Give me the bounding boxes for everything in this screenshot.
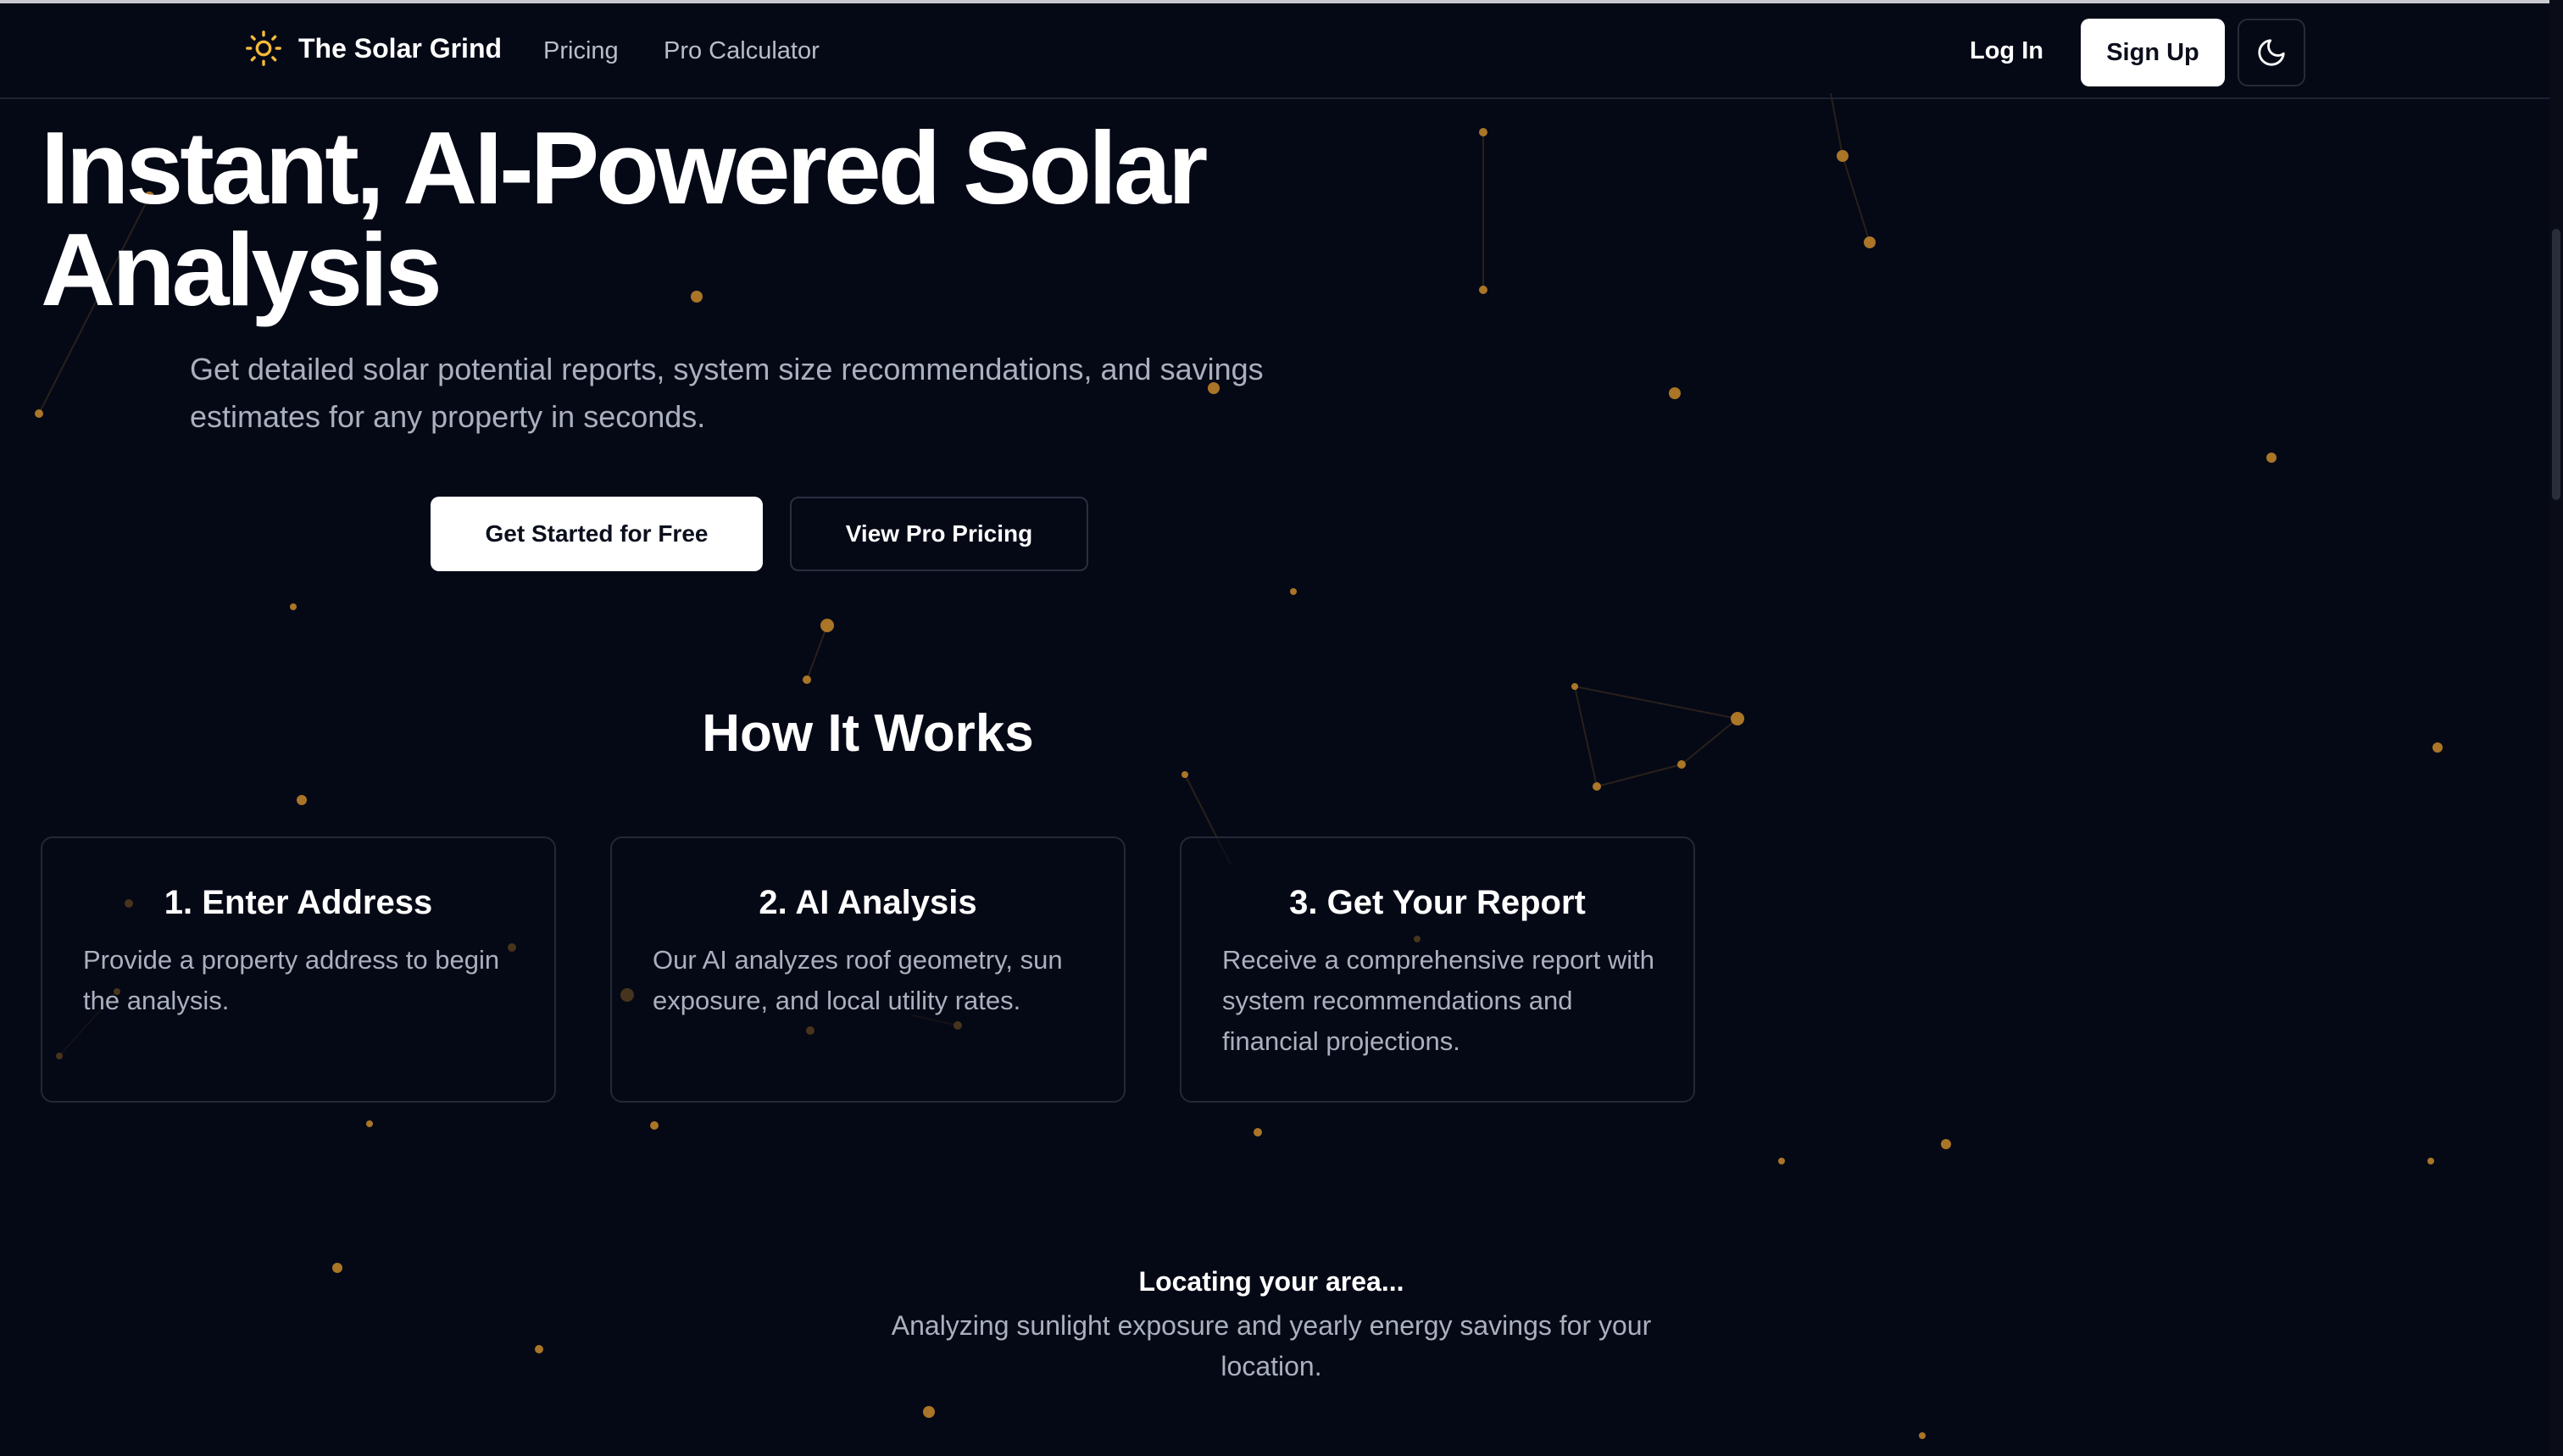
- nav-link-pricing[interactable]: Pricing: [543, 37, 619, 65]
- brand-logo-link[interactable]: The Solar Grind: [244, 29, 502, 68]
- hero-title: Instant, AI-Powered Solar Analysis: [41, 110, 1208, 327]
- locating-status-subtitle: Analyzing sunlight exposure and yearly e…: [891, 1310, 1652, 1381]
- step-card-get-report: 3. Get Your Report Receive a comprehensi…: [1180, 836, 1695, 1103]
- step-title: 2. AI Analysis: [759, 884, 977, 921]
- particle-dot: [1479, 128, 1487, 136]
- signup-button[interactable]: Sign Up: [2081, 19, 2225, 86]
- particle-dot: [332, 1263, 342, 1273]
- particle-link: [1842, 155, 1871, 243]
- get-started-button[interactable]: Get Started for Free: [431, 497, 763, 571]
- particle-dot: [366, 1120, 373, 1127]
- particle-dot: [1864, 236, 1876, 248]
- step-title: 3. Get Your Report: [1289, 884, 1586, 921]
- scrollbar-thumb[interactable]: [2552, 229, 2560, 500]
- page-scrollbar[interactable]: [2549, 0, 2563, 1456]
- particle-dot: [1837, 150, 1849, 162]
- step-card-enter-address: 1. Enter Address Provide a property addr…: [41, 836, 556, 1103]
- step-description: Our AI analyzes roof geometry, sun expos…: [653, 945, 1063, 1015]
- hero-subtitle: Get detailed solar potential reports, sy…: [190, 352, 1264, 434]
- step-card-ai-analysis: 2. AI Analysis Our AI analyzes roof geom…: [610, 836, 1126, 1103]
- brand-name: The Solar Grind: [298, 32, 503, 64]
- particle-dot: [1479, 286, 1487, 294]
- particle-dot: [1254, 1128, 1262, 1136]
- particle-dot: [1290, 588, 1297, 595]
- particle-dot: [297, 795, 307, 805]
- particle-dot: [1731, 712, 1744, 725]
- step-description: Provide a property address to begin the …: [83, 945, 500, 1015]
- particle-dot: [2427, 1158, 2434, 1164]
- particle-link: [1830, 92, 1843, 157]
- sun-icon: [246, 31, 281, 66]
- particle-dot: [650, 1121, 659, 1130]
- particle-link: [1596, 764, 1682, 787]
- step-description: Receive a comprehensive report with syst…: [1222, 945, 1655, 1056]
- nav-link-pro-calculator[interactable]: Pro Calculator: [664, 37, 820, 65]
- particle-dot: [35, 409, 43, 418]
- particle-dot: [1571, 683, 1578, 690]
- particle-dot: [820, 619, 834, 632]
- how-it-works-title: How It Works: [702, 704, 1034, 763]
- particle-dot: [2266, 453, 2277, 463]
- moon-icon: [2258, 39, 2285, 66]
- particle-dot: [1778, 1158, 1785, 1164]
- login-link[interactable]: Log In: [1970, 37, 2043, 65]
- step-title: 1. Enter Address: [164, 884, 433, 921]
- particle-dot: [1181, 771, 1188, 778]
- particle-dot: [1941, 1139, 1951, 1149]
- particle-dot: [1669, 387, 1681, 399]
- particle-link: [806, 625, 828, 681]
- particle-dot: [1593, 782, 1601, 791]
- particle-dot: [923, 1406, 935, 1418]
- view-pro-pricing-button[interactable]: View Pro Pricing: [790, 497, 1088, 571]
- particle-dot: [803, 675, 811, 684]
- theme-toggle-button[interactable]: [2238, 19, 2305, 86]
- top-navbar: The Solar Grind Pricing Pro Calculator L…: [0, 3, 2549, 99]
- particle-dot: [1919, 1432, 1926, 1439]
- particle-dot: [535, 1345, 543, 1353]
- particle-dot: [290, 603, 297, 610]
- particle-dot: [2432, 742, 2443, 753]
- locating-status-title: Locating your area...: [1138, 1266, 1404, 1297]
